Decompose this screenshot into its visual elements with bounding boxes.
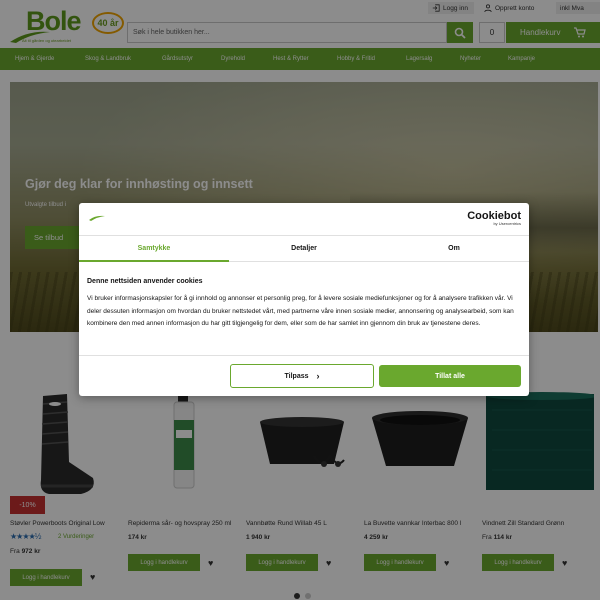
chevron-right-icon: ›: [316, 371, 320, 381]
cookie-body-text: Vi bruker informasjonskapsler for å gi i…: [87, 295, 514, 327]
cookiebot-logo[interactable]: Cookiebot by Usercentrics: [467, 210, 521, 226]
cookie-heading: Denne nettsiden anvender cookies: [87, 278, 203, 285]
tab-details[interactable]: Detaljer: [229, 236, 379, 261]
allow-all-button[interactable]: Tillat alle: [379, 365, 521, 387]
cookie-tabs: Samtykke Detaljer Om: [79, 235, 529, 262]
site-logo-icon: [89, 215, 105, 221]
customize-label: Tilpass: [284, 372, 309, 380]
tab-about[interactable]: Om: [379, 236, 529, 261]
tab-consent[interactable]: Samtykke: [79, 236, 229, 262]
cookie-consent-dialog: Cookiebot by Usercentrics Samtykke Detal…: [79, 203, 529, 396]
customize-button[interactable]: Tilpass ›: [230, 364, 374, 388]
dialog-divider: [79, 355, 529, 356]
